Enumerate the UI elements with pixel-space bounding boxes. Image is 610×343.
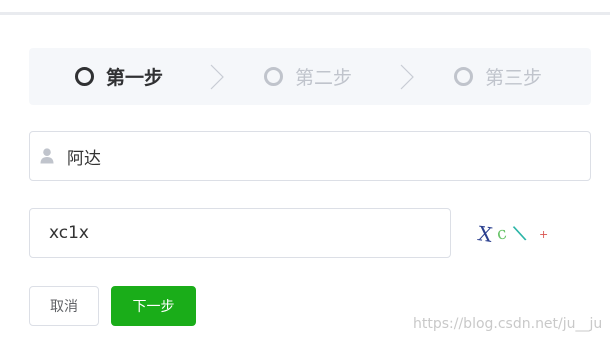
captcha-char: X — [476, 221, 494, 247]
step-2: 第二步 — [264, 48, 352, 105]
username-input[interactable] — [67, 132, 567, 180]
username-field[interactable] — [29, 131, 591, 181]
captcha-image[interactable]: X c \ + — [470, 212, 560, 254]
step-2-label: 第二步 — [295, 67, 353, 89]
user-icon — [40, 148, 54, 164]
top-divider — [0, 12, 610, 15]
captcha-input[interactable] — [49, 209, 439, 257]
step-1-circle-icon — [75, 67, 94, 86]
captcha-char: c — [495, 223, 509, 245]
captcha-char: + — [539, 228, 549, 241]
cancel-button[interactable]: 取消 — [29, 286, 99, 326]
steps-bar: 第一步 第二步 第三步 — [29, 48, 591, 105]
chevron-right-icon — [210, 64, 224, 90]
step-1-label: 第一步 — [106, 67, 164, 89]
step-3-circle-icon — [454, 67, 473, 86]
step-1: 第一步 — [75, 48, 163, 105]
next-step-button[interactable]: 下一步 — [111, 286, 196, 326]
step-3-label: 第三步 — [485, 67, 543, 89]
chevron-right-icon — [400, 64, 414, 90]
captcha-field[interactable] — [29, 208, 451, 258]
captcha-char: \ — [511, 220, 528, 246]
step-3: 第三步 — [454, 48, 542, 105]
step-2-circle-icon — [264, 67, 283, 86]
watermark-text: https://blog.csdn.net/ju__ju — [413, 316, 603, 332]
